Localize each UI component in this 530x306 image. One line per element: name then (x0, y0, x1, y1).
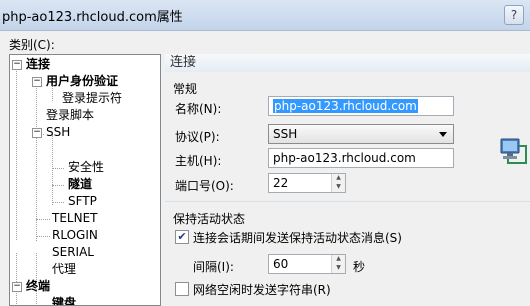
name-value: php-ao123.rhcloud.com (273, 99, 418, 113)
protocol-value: SSH (273, 127, 298, 141)
protocol-label: 协议(P): (175, 130, 220, 144)
collapse-icon[interactable]: − (12, 60, 22, 70)
idle-string-checkbox[interactable] (175, 282, 189, 296)
host-field[interactable]: php-ao123.rhcloud.com (268, 148, 454, 168)
keepalive-label: 连接会话期间发送保持活动状态消息(S) (193, 231, 402, 245)
tree-line (52, 202, 64, 203)
tree-item-sftp[interactable]: SFTP (68, 193, 97, 210)
port-stepper[interactable]: 22 ▲ ▼ (268, 173, 346, 193)
spin-up-icon[interactable]: ▲ (332, 255, 345, 263)
tree-line (36, 219, 50, 220)
port-label: 端口号(O): (175, 179, 234, 193)
host-label: 主机(H): (175, 154, 222, 168)
host-value: php-ao123.rhcloud.com (273, 151, 416, 165)
tree-item-keyboard[interactable]: 键盘 (52, 295, 76, 305)
window-title: php-ao123.rhcloud.com属性 (2, 10, 183, 25)
title-bar: php-ao123.rhcloud.com属性 ? (0, 0, 530, 31)
tree-item-tunnel[interactable]: 隧道 (68, 176, 92, 193)
tree-line (16, 253, 17, 305)
interval-label: 间隔(I): (193, 260, 234, 274)
tree-item-connection[interactable]: 连接 (26, 56, 50, 73)
tree-item-terminal[interactable]: 终端 (26, 278, 50, 295)
keepalive-section-title: 保持活动状态 (173, 212, 246, 226)
interval-spin[interactable]: ▲ ▼ (331, 255, 345, 273)
category-label: 类别(C): (9, 38, 55, 52)
tree-item-login-prompt[interactable]: 登录提示符 (62, 90, 122, 107)
spin-up-icon[interactable]: ▲ (332, 174, 345, 182)
tree-item-security[interactable]: 安全性 (68, 159, 104, 176)
tree-item-telnet[interactable]: TELNET (52, 210, 98, 227)
settings-panel: 连接 常规 名称(N): php-ao123.rhcloud.com 协议(P)… (165, 54, 530, 304)
panel-header: 连接 (165, 54, 530, 72)
tree-item-auth[interactable]: 用户身份验证 (46, 73, 118, 90)
tree-item-login-script[interactable]: 登录脚本 (46, 107, 94, 124)
keepalive-checkbox[interactable]: ✔ (175, 230, 189, 244)
tree-line (16, 65, 17, 240)
collapse-icon[interactable]: − (32, 128, 42, 138)
network-icon (500, 138, 527, 164)
name-label: 名称(N): (175, 102, 222, 116)
interval-stepper[interactable]: 60 ▲ ▼ (268, 254, 346, 274)
interval-value: 60 (273, 257, 289, 271)
dialog-client: 类别(C): − 连接 − 用户身份验证 登录提示符 登录脚本 − SSH 安全… (0, 31, 530, 306)
tree-item-ssh[interactable]: SSH (46, 124, 70, 141)
idle-string-label: 网络空闲时发送字符串(R) (193, 283, 331, 297)
collapse-icon[interactable]: − (32, 77, 42, 87)
port-value: 22 (273, 176, 289, 190)
tree-item-proxy[interactable]: 代理 (52, 261, 76, 278)
spin-down-icon[interactable]: ▼ (332, 183, 345, 191)
tree-line (52, 168, 64, 169)
section-divider (165, 201, 530, 202)
port-spin[interactable]: ▲ ▼ (331, 174, 345, 192)
category-tree[interactable]: − 连接 − 用户身份验证 登录提示符 登录脚本 − SSH 安全性 隧道 SF… (9, 54, 161, 306)
tree-item-rlogin[interactable]: RLOGIN (52, 227, 98, 244)
chevron-down-icon (439, 132, 447, 137)
protocol-select[interactable]: SSH (268, 124, 454, 144)
tree-line (36, 236, 50, 237)
general-section-title: 常规 (173, 82, 198, 96)
help-button[interactable]: ? (504, 5, 524, 25)
collapse-icon[interactable]: − (12, 282, 22, 292)
interval-unit: 秒 (353, 260, 366, 274)
tree-line (52, 135, 53, 205)
name-field[interactable]: php-ao123.rhcloud.com (268, 96, 454, 116)
spin-down-icon[interactable]: ▼ (332, 264, 345, 272)
tree-line (36, 83, 37, 241)
tree-line (52, 185, 64, 186)
tree-item-serial[interactable]: SERIAL (52, 244, 94, 261)
